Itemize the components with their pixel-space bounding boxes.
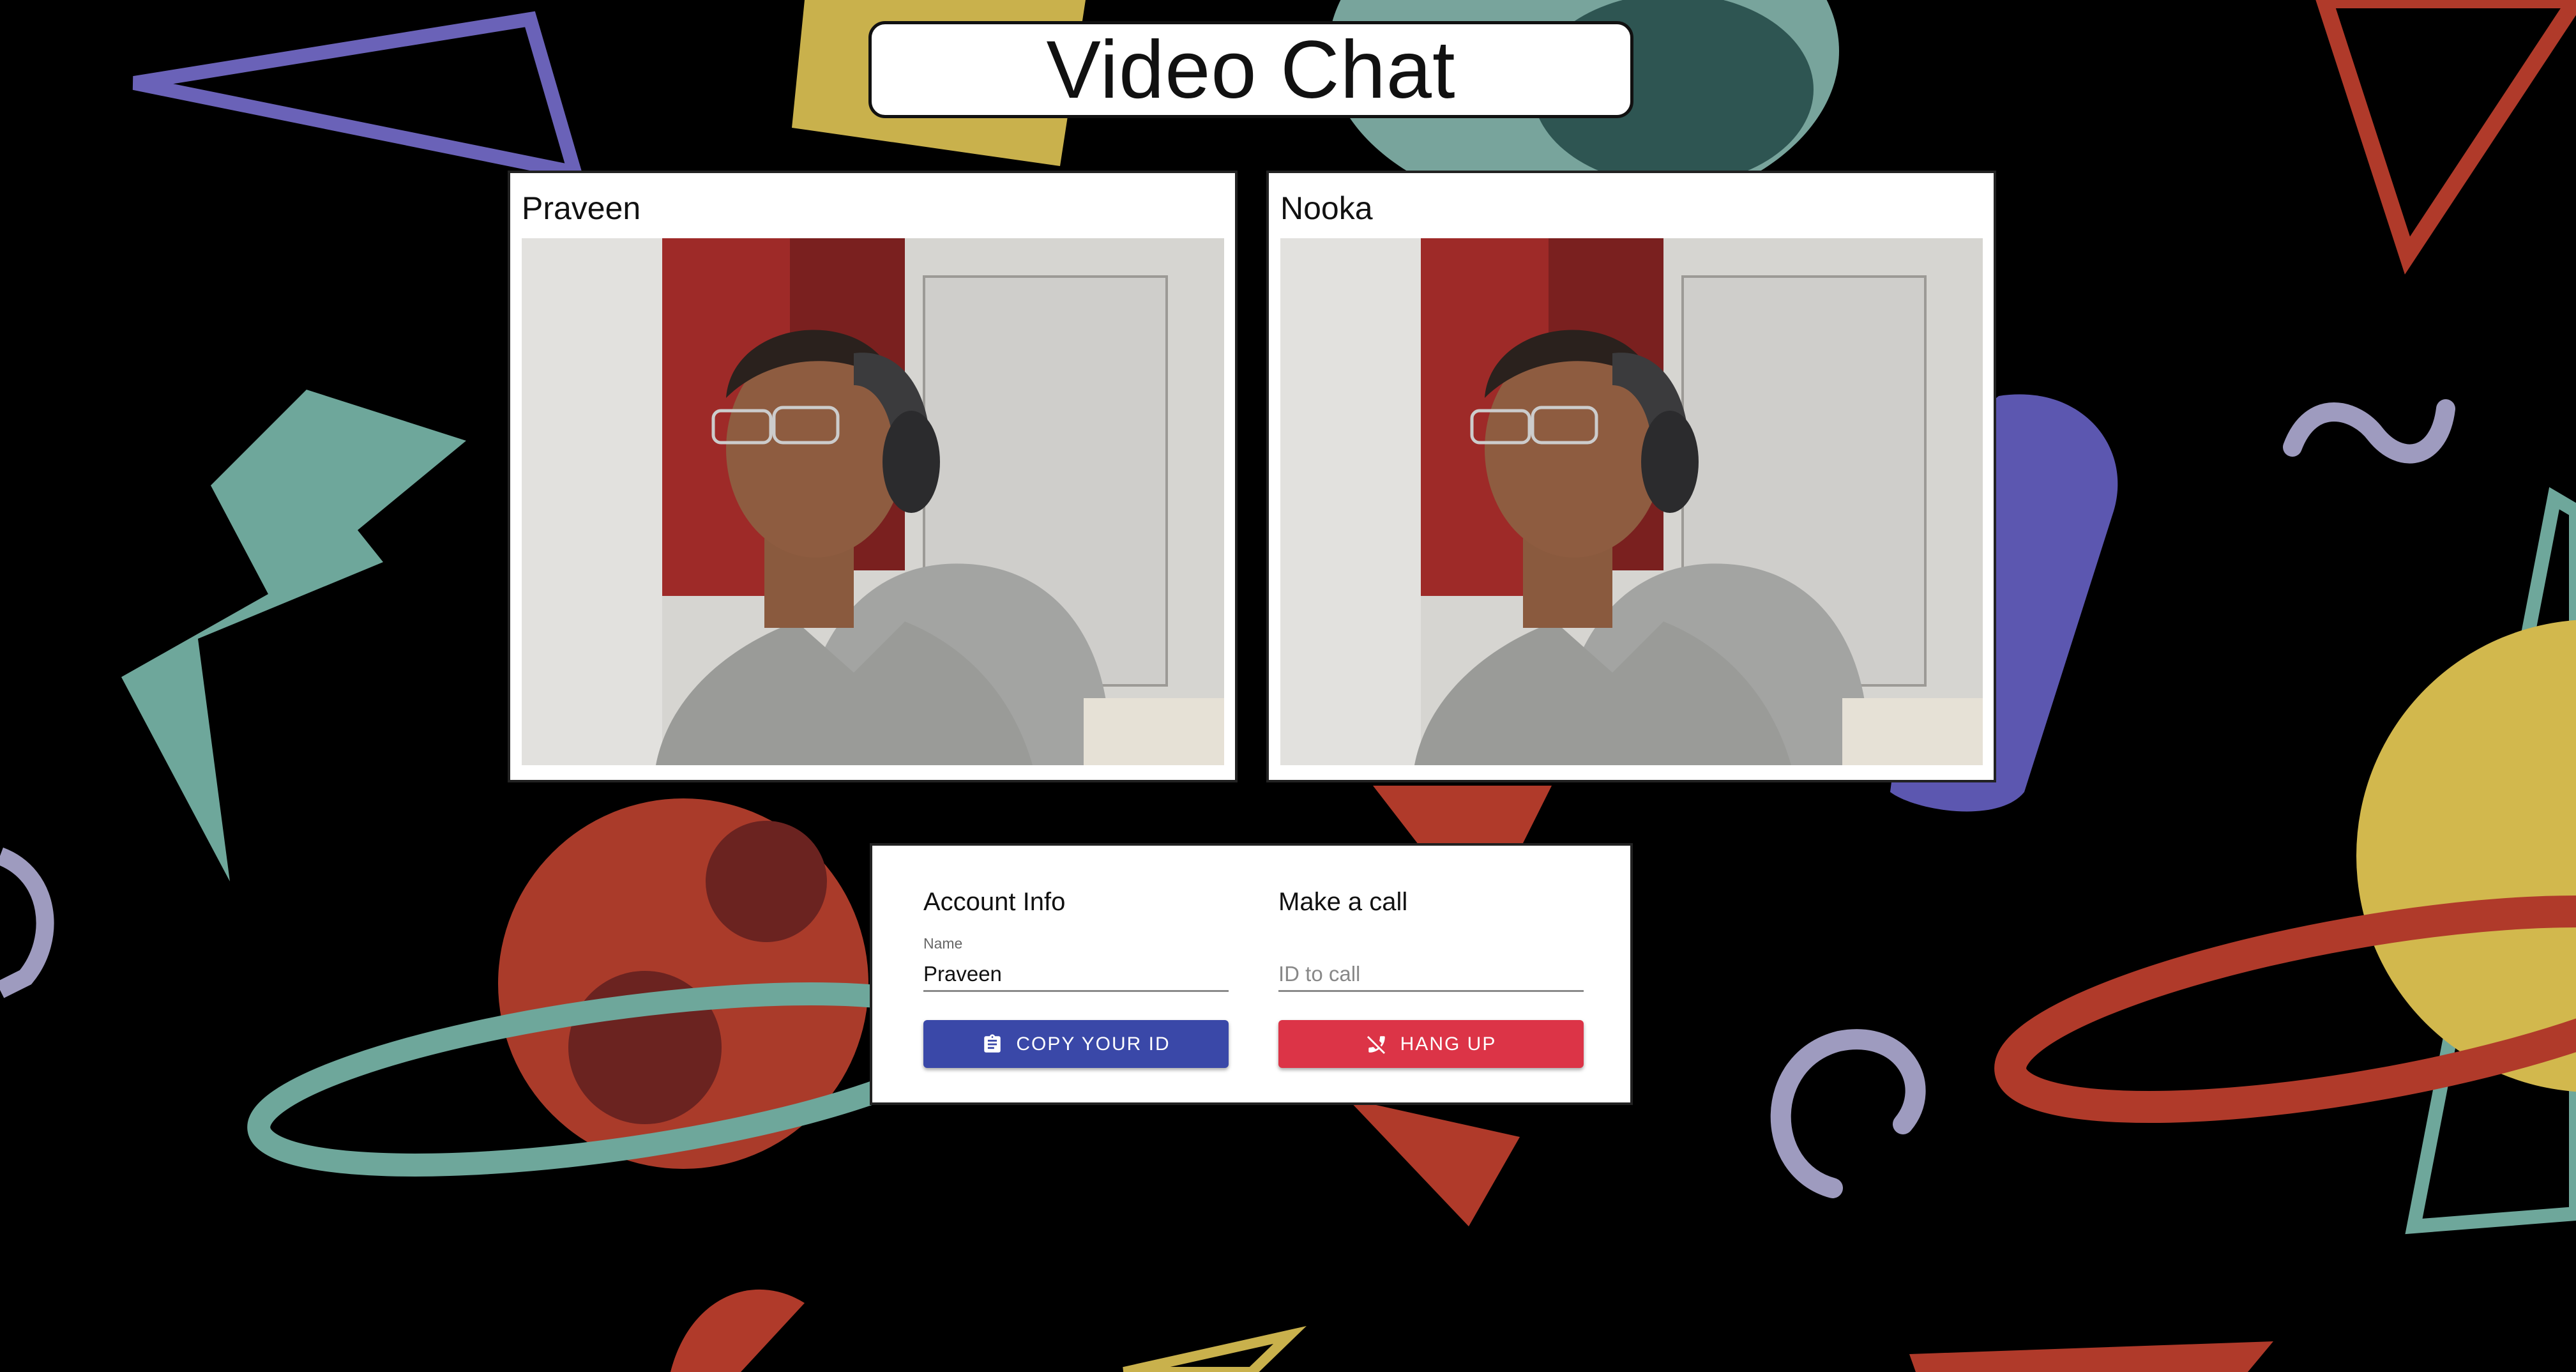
name-field[interactable] [923,950,1229,992]
remote-video-stream [1280,238,1983,765]
remote-video-card: Nooka [1266,171,1996,782]
copy-id-label: COPY YOUR ID [1016,1033,1171,1055]
my-video-card: Praveen [508,171,1238,782]
id-to-call-field[interactable] [1278,950,1584,992]
copy-id-button[interactable]: COPY YOUR ID [923,1020,1229,1068]
title-box: Video Chat [868,21,1633,118]
hang-up-button[interactable]: HANG UP [1278,1020,1584,1068]
account-info-heading: Account Info [923,888,1066,916]
phone-disabled-icon [1367,1035,1385,1054]
my-video-stream [522,238,1224,765]
make-call-heading: Make a call [1278,888,1408,916]
page: Video Chat Praveen Nooka Account Info Na… [0,0,2576,1372]
clipboard-icon [984,1033,1001,1053]
options-panel: Account Info Name COPY YOUR ID Make a ca… [870,843,1633,1105]
my-video-name: Praveen [522,190,641,226]
remote-video-name: Nooka [1280,190,1373,226]
hang-up-label: HANG UP [1400,1033,1497,1055]
page-title: Video Chat [1046,24,1456,116]
